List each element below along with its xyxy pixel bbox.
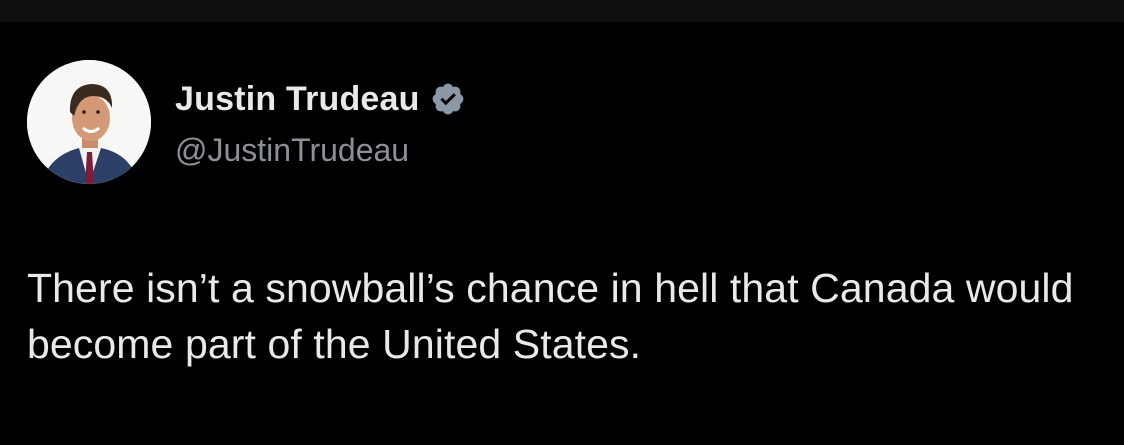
author-name-row: Justin Trudeau [175,77,466,121]
author-handle[interactable]: @JustinTrudeau [175,128,409,172]
top-bar [0,0,1124,22]
profile-photo-icon [27,60,151,184]
verified-badge-icon[interactable] [430,81,466,117]
tweet-card[interactable]: Justin Trudeau @JustinTrudeau There isn’… [0,22,1124,445]
tweet-text: There isn’t a snowball’s chance in hell … [27,265,1074,367]
author-display-name[interactable]: Justin Trudeau [175,77,420,121]
avatar[interactable] [27,60,151,184]
